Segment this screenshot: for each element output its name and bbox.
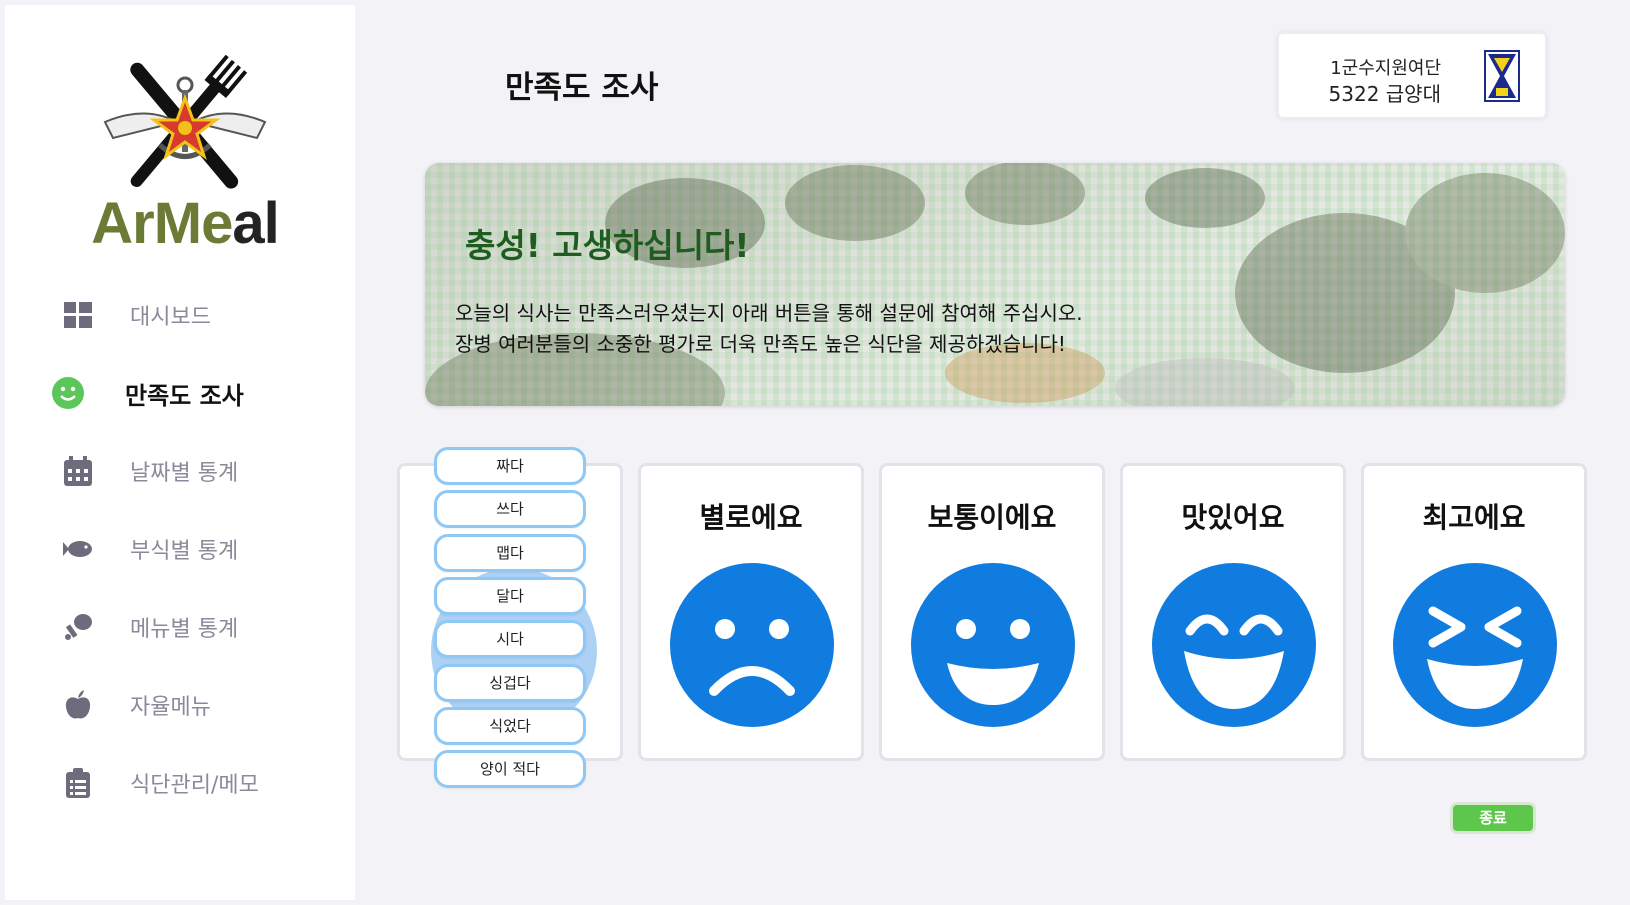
- sad-face-icon: [670, 563, 834, 727]
- rating-label: 보통이에요: [927, 501, 1057, 534]
- drumstick-icon: [62, 611, 94, 643]
- rating-card-average[interactable]: 보통이에요: [879, 463, 1105, 761]
- sidebar-item-label: 메뉴별 통계: [130, 617, 239, 642]
- rating-label: 별로에요: [699, 501, 803, 534]
- happy-face-icon: [1152, 563, 1316, 727]
- banner-message-line: 오늘의 식사는 만족스러우셨는지 아래 버튼을 통해 설문에 참여해 주십시오.: [455, 301, 1083, 325]
- sidebar-item-free-menu[interactable]: 자율메뉴: [5, 675, 355, 735]
- grid-icon: [62, 299, 94, 331]
- rating-label: 최고에요: [1422, 501, 1526, 534]
- armeal-logo: ArMeal: [85, 50, 285, 260]
- unit-battalion-name: 5322 급양대: [1328, 82, 1441, 106]
- sidebar: ArMeal 대시보드 만족도 조사 날짜별 통계 부식별 통계 메뉴별 통계 …: [5, 5, 355, 900]
- rating-card-tasty[interactable]: 맛있어요: [1120, 463, 1346, 761]
- unit-brigade-name: 1군수지원여단: [1330, 58, 1441, 79]
- end-button[interactable]: 종료: [1450, 802, 1536, 834]
- page-title: 만족도 조사: [505, 70, 659, 106]
- banner-title: 충성! 고생하십니다!: [465, 226, 750, 265]
- logo-wordmark: ArMeal: [91, 191, 279, 256]
- unit-info-card: 1군수지원여단 5322 급양대: [1277, 32, 1547, 119]
- sidebar-item-label: 날짜별 통계: [130, 461, 239, 486]
- sidebar-item-date-stats[interactable]: 날짜별 통계: [5, 441, 355, 501]
- crossed-utensils-logo-icon: [103, 54, 267, 189]
- tag-spicy-button[interactable]: 맵다: [434, 534, 586, 572]
- sidebar-item-menu-stats[interactable]: 메뉴별 통계: [5, 597, 355, 657]
- calendar-icon: [62, 455, 94, 487]
- sidebar-item-label: 만족도 조사: [125, 381, 244, 410]
- tag-sour-button[interactable]: 시다: [434, 620, 586, 658]
- welcome-banner: 충성! 고생하십니다! 오늘의 식사는 만족스러우셨는지 아래 버튼을 통해 설…: [425, 163, 1565, 406]
- rating-card-best[interactable]: 최고에요: [1361, 463, 1587, 761]
- sidebar-item-label: 부식별 통계: [130, 539, 239, 564]
- tag-bitter-button[interactable]: 쓰다: [434, 490, 586, 528]
- unit-emblem-icon: [1484, 50, 1520, 102]
- tag-small-portion-button[interactable]: 양이 적다: [434, 750, 586, 788]
- tag-bland-button[interactable]: 싱겁다: [434, 664, 586, 702]
- apple-icon: [62, 689, 94, 721]
- sidebar-item-satisfaction-survey[interactable]: 만족도 조사: [5, 363, 355, 423]
- rating-card-not-good[interactable]: 별로에요: [638, 463, 864, 761]
- laughing-face-icon: [1393, 563, 1557, 727]
- sidebar-item-label: 식단관리/메모: [130, 773, 259, 798]
- fish-icon: [62, 533, 94, 565]
- smiley-icon: [52, 377, 84, 409]
- tag-salty-button[interactable]: 짜다: [434, 447, 586, 485]
- clipboard-icon: [62, 767, 94, 799]
- sidebar-item-label: 자율메뉴: [130, 695, 211, 720]
- tag-cold-button[interactable]: 식었다: [434, 707, 586, 745]
- sidebar-item-label: 대시보드: [130, 305, 211, 330]
- banner-message: 오늘의 식사는 만족스러우셨는지 아래 버튼을 통해 설문에 참여해 주십시오.…: [455, 298, 1083, 360]
- soldiers-dining-photo: [425, 163, 1565, 406]
- sidebar-item-meal-management[interactable]: 식단관리/메모: [5, 753, 355, 813]
- tag-sweet-button[interactable]: 달다: [434, 577, 586, 615]
- sidebar-item-ingredient-stats[interactable]: 부식별 통계: [5, 519, 355, 579]
- neutral-smile-face-icon: [911, 563, 1075, 727]
- banner-message-line: 장병 여러분들의 소중한 평가로 더욱 만족도 높은 식단을 제공하겠습니다!: [455, 332, 1066, 356]
- rating-label: 맛있어요: [1181, 501, 1285, 534]
- sidebar-item-dashboard[interactable]: 대시보드: [5, 285, 355, 345]
